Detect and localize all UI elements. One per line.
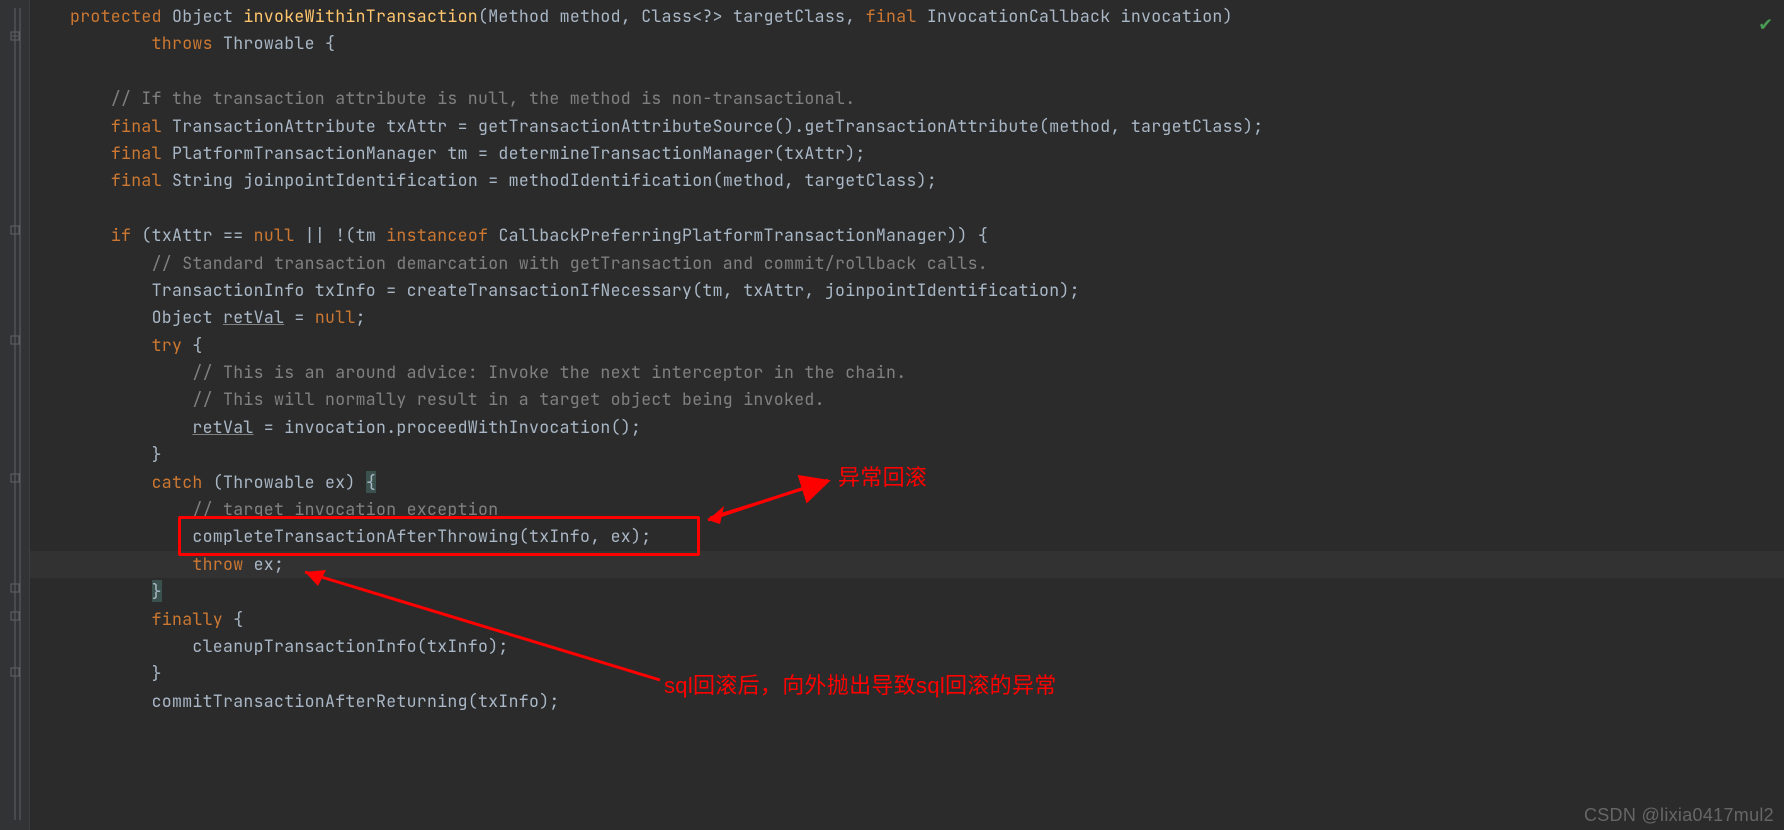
code-line: // This is an around advice: Invoke the … — [30, 359, 1784, 386]
editor-gutter[interactable] — [0, 0, 30, 830]
code-line: // Standard transaction demarcation with… — [30, 250, 1784, 277]
code-line: catch (Throwable ex) { — [30, 469, 1784, 496]
code-line: TransactionInfo txInfo = createTransacti… — [30, 277, 1784, 304]
code-line: if (txAttr == null || !(tm instanceof Ca… — [30, 222, 1784, 249]
inspection-ok-icon[interactable]: ✔ — [1760, 10, 1772, 36]
code-line: Object retVal = null; — [30, 304, 1784, 331]
code-line: throws Throwable { — [30, 30, 1784, 57]
code-line: } — [30, 660, 1784, 687]
code-line: } — [30, 441, 1784, 468]
code-line — [30, 195, 1784, 222]
code-line: // target invocation exception — [30, 496, 1784, 523]
code-line: final PlatformTransactionManager tm = de… — [30, 140, 1784, 167]
code-line: cleanupTransactionInfo(txInfo); — [30, 633, 1784, 660]
code-line — [30, 58, 1784, 85]
code-line: // This will normally result in a target… — [30, 386, 1784, 413]
code-line: commitTransactionAfterReturning(txInfo); — [30, 688, 1784, 715]
code-line: final String joinpointIdentification = m… — [30, 167, 1784, 194]
code-line: // If the transaction attribute is null,… — [30, 85, 1784, 112]
code-line: completeTransactionAfterThrowing(txInfo,… — [30, 523, 1784, 550]
code-line: retVal = invocation.proceedWithInvocatio… — [30, 414, 1784, 441]
code-line: try { — [30, 332, 1784, 359]
code-line: throw ex; — [30, 551, 1784, 578]
code-editor[interactable]: protected Object invokeWithinTransaction… — [30, 0, 1784, 830]
watermark: CSDN @lixia0417mul2 — [1584, 805, 1774, 826]
code-line: protected Object invokeWithinTransaction… — [30, 3, 1784, 30]
code-line: } — [30, 578, 1784, 605]
code-line: finally { — [30, 606, 1784, 633]
code-line: final TransactionAttribute txAttr = getT… — [30, 113, 1784, 140]
